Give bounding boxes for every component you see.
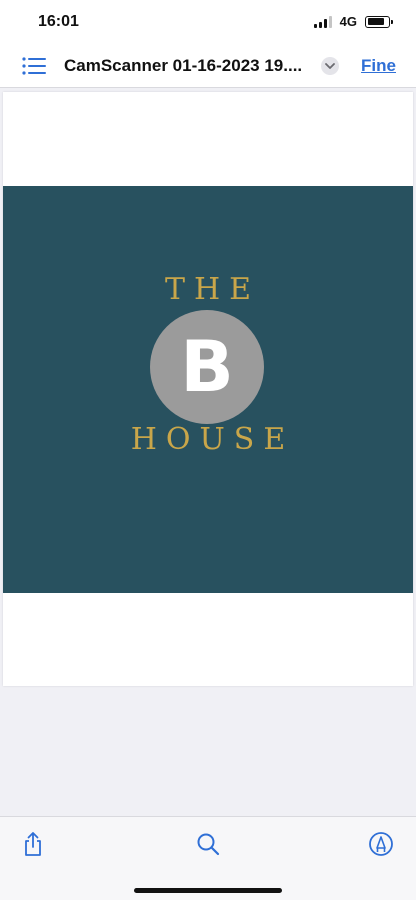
done-button[interactable]: Fine [361,56,396,76]
search-icon[interactable] [195,831,221,857]
share-icon[interactable] [20,831,46,857]
document-page: THE B HOUSE [3,92,413,686]
title-menu-button[interactable] [321,57,339,75]
logo-letter: B [180,326,234,408]
logo-image: THE B HOUSE [3,186,413,593]
logo-top-text: THE [164,272,261,307]
signal-icon [313,15,332,28]
chevron-down-icon [325,62,335,69]
logo-bottom-text: HOUSE [130,422,295,457]
network-type: 4G [339,14,357,29]
status-indicators: 4G [313,14,393,29]
bottom-toolbar [0,816,416,900]
home-indicator [134,888,282,893]
markup-pen-icon[interactable] [368,831,394,857]
list-icon[interactable] [22,57,46,75]
battery-icon [365,15,393,28]
status-time: 16:01 [38,13,79,30]
nav-bar: CamScanner 01-16-2023 19.... Fine [0,44,416,88]
logo-circle: B [150,310,264,424]
document-title[interactable]: CamScanner 01-16-2023 19.... [64,56,314,76]
status-bar: 16:01 4G [0,0,416,44]
